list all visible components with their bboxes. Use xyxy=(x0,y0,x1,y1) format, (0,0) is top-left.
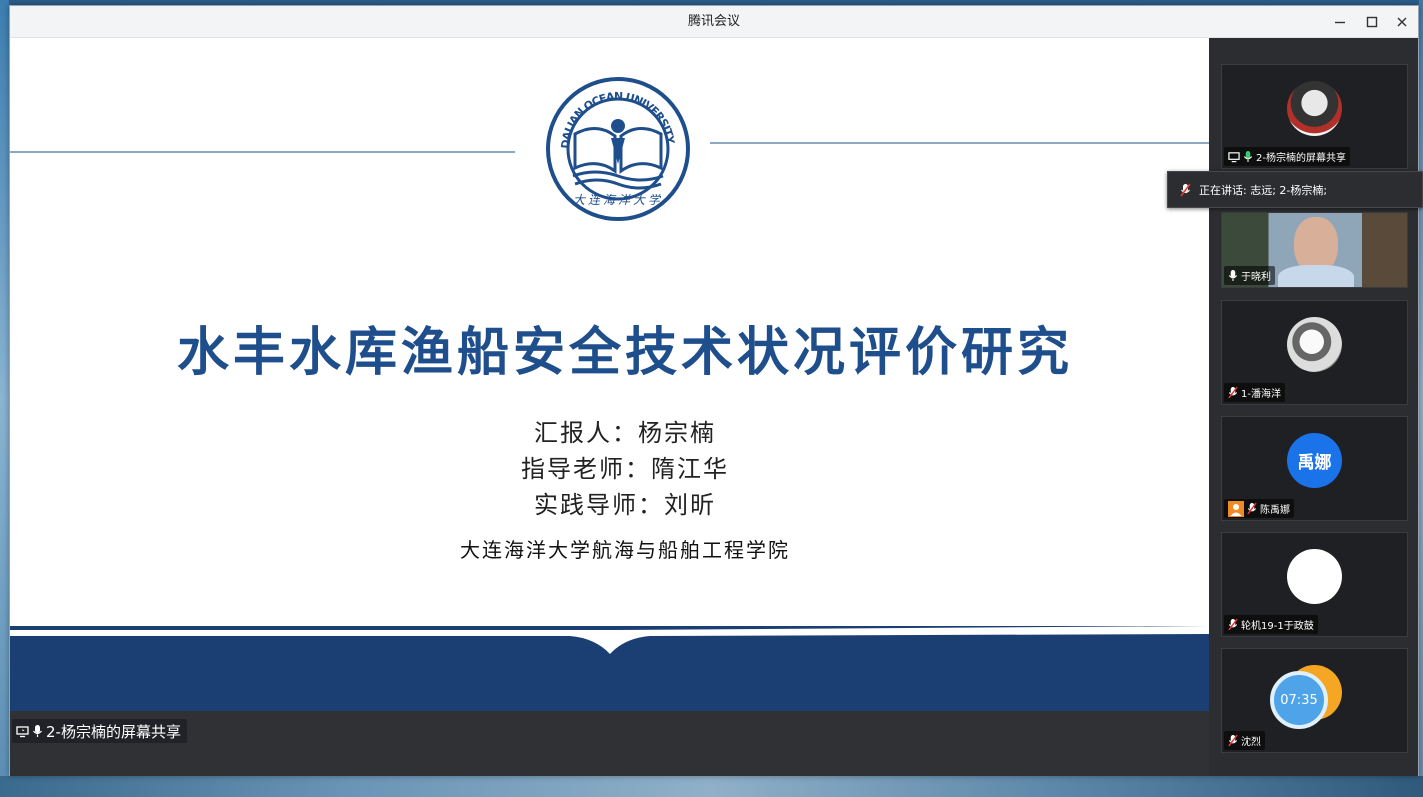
presenter-line: 汇报人：杨宗楠 xyxy=(534,419,716,447)
participant-tile[interactable]: 禹娜 陈禹娜 xyxy=(1221,416,1408,521)
close-icon xyxy=(1397,17,1407,27)
participant-name-tag: 1-潘海洋 xyxy=(1224,383,1285,402)
clock-widget: 07:35 xyxy=(1270,671,1328,729)
desktop-background-left xyxy=(0,0,9,797)
participant-name: 沈烈 xyxy=(1241,737,1261,748)
participant-name: 1-潘海洋 xyxy=(1241,389,1281,400)
close-button[interactable] xyxy=(1386,6,1418,38)
microphone-icon xyxy=(1243,151,1253,162)
participant-video-body xyxy=(1278,265,1354,287)
minimize-button[interactable] xyxy=(1324,6,1356,38)
minimize-icon xyxy=(1335,21,1345,24)
maximize-icon xyxy=(1366,16,1378,28)
participant-tile[interactable]: 轮机19-1于政鼓 xyxy=(1221,532,1408,637)
user-icon xyxy=(1228,500,1244,517)
participant-tile[interactable]: 于晓利 xyxy=(1221,212,1408,288)
desktop-background-right xyxy=(1419,0,1423,797)
participant-tile[interactable]: 1-潘海洋 xyxy=(1221,300,1408,405)
participant-tile[interactable]: 07:35 沈烈 xyxy=(1221,648,1408,753)
screen-share-icon xyxy=(16,725,29,737)
speaking-text: 正在讲话: 志远; 2-杨宗楠; xyxy=(1199,183,1328,197)
microphone-muted-icon xyxy=(1180,183,1191,196)
participant-name-tag: 2-杨宗楠的屏幕共享 xyxy=(1224,147,1350,166)
meeting-window: 腾讯会议 DALIAN OCEAN UNIVERSITY 大连海洋大学 水丰水库… xyxy=(9,5,1423,776)
microphone-muted-icon xyxy=(1228,734,1238,747)
avatar-initials: 禹娜 xyxy=(1297,453,1332,473)
screen-share-label: 2-杨宗楠的屏幕共享 xyxy=(12,719,187,743)
slide-divider-right xyxy=(710,142,1209,144)
participant-name: 2-杨宗楠的屏幕共享 xyxy=(1256,153,1346,164)
slide-divider-left xyxy=(10,151,515,153)
school-name: 大连海洋大学航海与船舶工程学院 xyxy=(460,538,790,562)
avatar: 禹娜 xyxy=(1287,433,1342,488)
microphone-icon xyxy=(1228,270,1238,281)
participant-tile[interactable]: 2-杨宗楠的屏幕共享 xyxy=(1221,64,1408,169)
window-title: 腾讯会议 xyxy=(687,14,740,29)
university-logo: DALIAN OCEAN UNIVERSITY 大连海洋大学 xyxy=(546,77,690,221)
desktop-background-bottom xyxy=(0,776,1423,797)
microphone-muted-icon xyxy=(1247,502,1257,515)
clock-time: 07:35 xyxy=(1280,692,1318,708)
shared-slide: DALIAN OCEAN UNIVERSITY 大连海洋大学 水丰水库渔船安全技… xyxy=(10,38,1209,711)
participant-name: 于晓利 xyxy=(1241,272,1271,283)
screen-share-icon xyxy=(1228,151,1240,162)
avatar xyxy=(1287,317,1342,372)
participant-name-tag: 陈禹娜 xyxy=(1224,499,1294,518)
participant-name: 陈禹娜 xyxy=(1260,505,1290,516)
slide-title: 水丰水库渔船安全技术状况评价研究 xyxy=(176,322,1073,383)
microphone-icon xyxy=(33,725,42,737)
participant-name: 轮机19-1于政鼓 xyxy=(1241,621,1314,632)
participant-name-tag: 沈烈 xyxy=(1224,731,1265,750)
maximize-button[interactable] xyxy=(1356,6,1388,38)
slide-book-band xyxy=(10,626,1209,711)
screen-share-label-text: 2-杨宗楠的屏幕共享 xyxy=(46,722,181,741)
avatar xyxy=(1287,81,1342,136)
practice-mentor-line: 实践导师：刘昕 xyxy=(534,491,716,519)
speaking-indicator: 正在讲话: 志远; 2-杨宗楠; xyxy=(1167,171,1423,208)
title-bar[interactable]: 腾讯会议 xyxy=(10,6,1418,38)
microphone-muted-icon xyxy=(1228,618,1238,631)
participant-name-tag: 于晓利 xyxy=(1224,266,1275,285)
svg-text:大连海洋大学: 大连海洋大学 xyxy=(573,193,663,207)
participants-panel[interactable]: 2-杨宗楠的屏幕共享 于晓利 1-潘海洋 禹娜 陈禹娜 轮机19-1于政鼓 07… xyxy=(1209,38,1418,776)
microphone-muted-icon xyxy=(1228,386,1238,399)
participant-name-tag: 轮机19-1于政鼓 xyxy=(1224,615,1318,634)
advisor-line: 指导老师：隋江华 xyxy=(521,455,729,483)
avatar xyxy=(1287,549,1342,604)
